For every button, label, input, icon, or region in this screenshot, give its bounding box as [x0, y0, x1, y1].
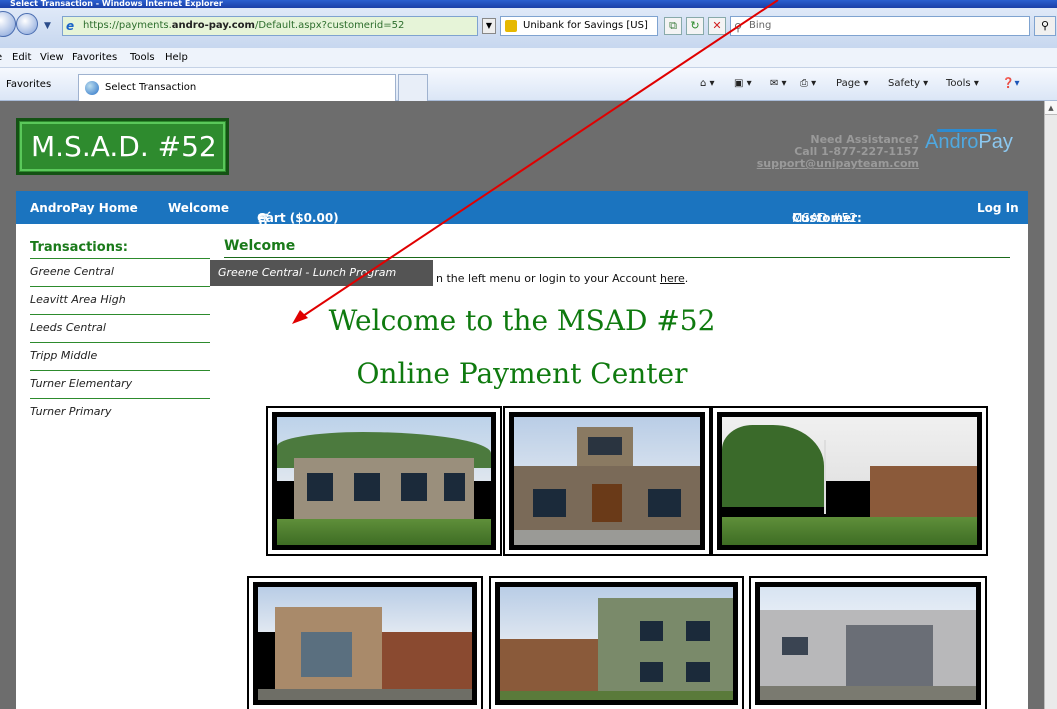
annotation-arrow-shaft [299, 0, 779, 319]
annotation-arrow-head-icon [292, 310, 308, 324]
annotation-arrow [292, 0, 779, 324]
